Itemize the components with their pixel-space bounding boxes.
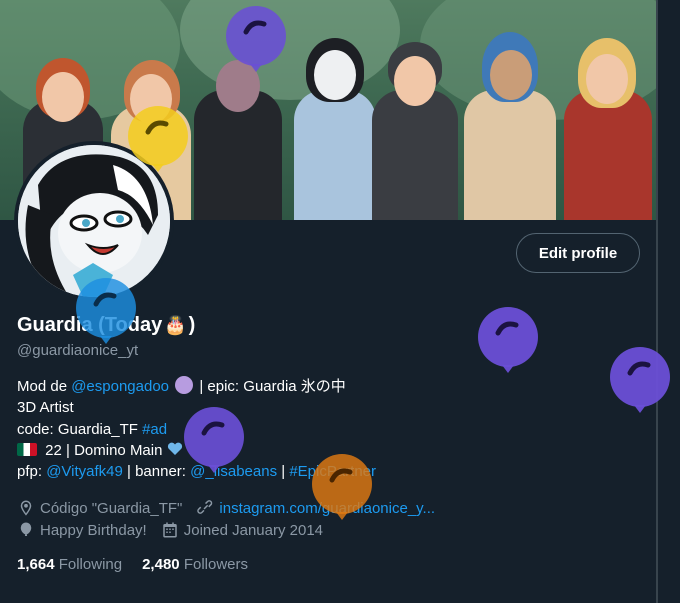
profile-avatar[interactable]: [14, 141, 174, 301]
following-label: Following: [58, 556, 123, 573]
display-name-text: Guardia (Today: [17, 314, 163, 336]
mention-link[interactable]: @espongadoo: [71, 378, 169, 395]
website-link[interactable]: instagram.com/guardiaonice_y...: [219, 500, 435, 517]
mention-link[interactable]: @_lisabeans: [190, 463, 277, 480]
following-count: 1,664: [17, 556, 55, 573]
mention-link[interactable]: @Vityafk49: [46, 463, 123, 480]
hashtag-link[interactable]: #EpicPartner: [289, 463, 376, 480]
location-pin-icon: [20, 500, 32, 516]
bio-text: 22 | Domino Main: [41, 441, 163, 459]
display-name-close: ): [188, 314, 196, 336]
mexico-flag-icon: [17, 442, 37, 456]
birthday-cake-emoji: 🎂: [164, 315, 187, 335]
bio-text: | epic: Guardia 氷の中: [195, 378, 346, 395]
avatar-illustration: [18, 145, 170, 297]
bio-text: | banner:: [122, 463, 191, 481]
calendar-icon: [162, 522, 177, 538]
followers-label: Followers: [183, 556, 248, 573]
profile-meta-row-2: Happy Birthday! Joined January 2014: [17, 521, 337, 539]
profile-bio: Mod de @espongadoo | epic: Guardia 氷の中 3…: [17, 376, 376, 482]
blue-heart-icon: [167, 442, 182, 455]
joined-date-text: Joined January 2014: [183, 521, 324, 539]
purple-circle-emoji: [175, 376, 194, 394]
edit-profile-button[interactable]: Edit profile: [516, 233, 640, 273]
link-icon: [197, 500, 213, 514]
location-text: Código "Guardia_TF": [40, 499, 183, 517]
bio-text: code: Guardia_TF: [17, 420, 143, 438]
bio-text: pfp:: [17, 463, 47, 481]
followers-count: 2,480: [142, 556, 180, 573]
purple-balloon: [610, 347, 670, 413]
balloon-icon: [20, 522, 32, 536]
hashtag-link[interactable]: #ad: [142, 421, 167, 438]
followers-link[interactable]: 2,480 Followers: [142, 556, 248, 573]
purple-balloon: [478, 307, 538, 373]
bio-text: 3D Artist: [17, 399, 74, 417]
bio-text: Mod de: [17, 378, 72, 395]
avatar-image: [18, 145, 170, 297]
profile-meta-row-1: Código "Guardia_TF" instagram.com/guardi…: [17, 499, 449, 517]
scrollbar-edge: [656, 0, 658, 603]
profile-handle: @guardiaonice_yt: [17, 342, 139, 359]
profile-display-name: Guardia (Today 🎂 ): [17, 314, 195, 337]
birthday-text: Happy Birthday!: [40, 521, 147, 539]
bio-text: |: [277, 463, 290, 481]
follow-counts: 1,664 Following 2,480 Followers: [17, 556, 248, 573]
following-link[interactable]: 1,664 Following: [17, 556, 122, 573]
